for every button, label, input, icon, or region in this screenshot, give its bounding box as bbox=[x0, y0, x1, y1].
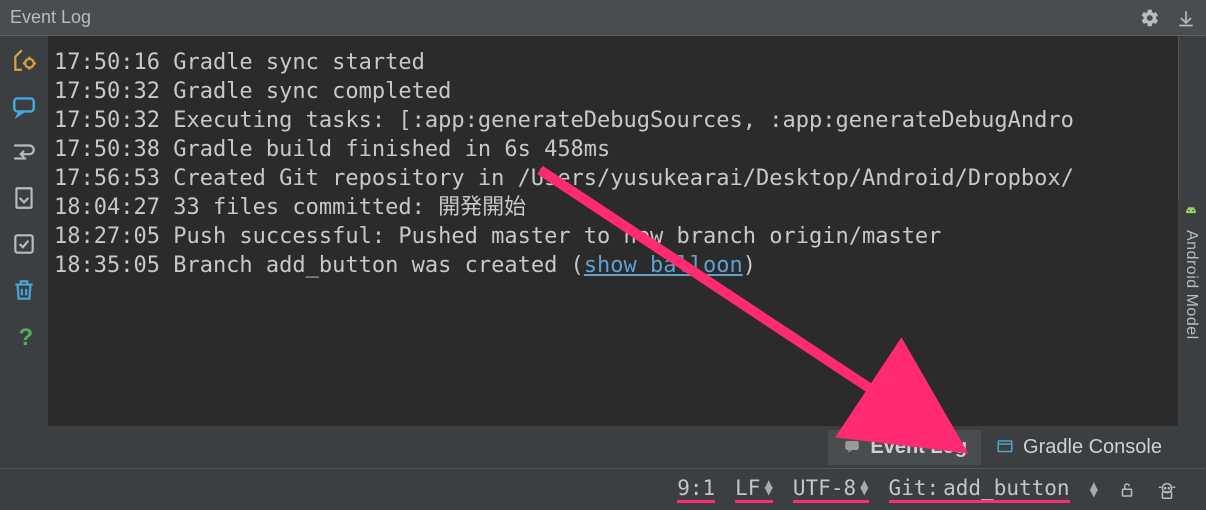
lock-icon[interactable] bbox=[1118, 480, 1136, 500]
line-ending[interactable]: LF ▲▼ bbox=[735, 476, 773, 503]
status-bar: 9:1 LF ▲▼ UTF-8 ▲▼ Git: add_button ▲▼ bbox=[0, 468, 1206, 510]
spinner-icon: ▲▼ bbox=[860, 481, 868, 495]
log-text: ) bbox=[743, 253, 756, 278]
right-sidebar: Android Model bbox=[1178, 200, 1204, 430]
log-toolbar: ? bbox=[0, 36, 48, 426]
trash-icon[interactable] bbox=[8, 274, 40, 306]
panel-body: ? 17:50:16 Gradle sync started 17:50:32 … bbox=[0, 36, 1206, 426]
settings-icon[interactable] bbox=[8, 44, 40, 76]
git-label: Git: bbox=[889, 476, 940, 500]
panel-title: Event Log bbox=[10, 7, 91, 28]
panel-actions bbox=[1140, 8, 1196, 28]
log-line: 18:04:27 33 files committed: 開発開始 bbox=[54, 193, 1172, 222]
soft-wrap-icon[interactable] bbox=[8, 136, 40, 168]
scroll-end-icon[interactable] bbox=[8, 182, 40, 214]
svg-text:?: ? bbox=[19, 324, 34, 349]
chat-icon bbox=[842, 438, 862, 456]
tab-gradle-console[interactable]: Gradle Console bbox=[981, 430, 1176, 465]
git-branch-name: add_button bbox=[943, 476, 1069, 500]
tab-event-log[interactable]: Event Log bbox=[828, 430, 981, 465]
line-ending-value: LF bbox=[735, 476, 760, 500]
log-text: 18:35:05 Branch add_button was created ( bbox=[54, 253, 584, 278]
gear-icon[interactable] bbox=[1140, 8, 1160, 28]
show-balloon-link[interactable]: show balloon bbox=[584, 253, 743, 278]
android-icon bbox=[1182, 206, 1200, 224]
spinner-icon: ▲▼ bbox=[1090, 483, 1098, 497]
help-icon[interactable]: ? bbox=[8, 320, 40, 352]
bottom-tabs: Event Log Gradle Console bbox=[0, 426, 1206, 468]
spinner-icon: ▲▼ bbox=[764, 481, 772, 495]
select-all-icon[interactable] bbox=[8, 228, 40, 260]
balloon-icon[interactable] bbox=[8, 90, 40, 122]
log-line: 17:50:16 Gradle sync started bbox=[54, 48, 1172, 77]
tab-label: Gradle Console bbox=[1023, 436, 1162, 459]
log-line: 17:56:53 Created Git repository in /User… bbox=[54, 164, 1172, 193]
log-line: 18:27:05 Push successful: Pushed master … bbox=[54, 222, 1172, 251]
log-line: 18:35:05 Branch add_button was created (… bbox=[54, 251, 1172, 280]
git-branch-widget[interactable]: Git: add_button bbox=[889, 476, 1070, 503]
android-model-tab[interactable]: Android Model bbox=[1182, 230, 1200, 340]
encoding[interactable]: UTF-8 ▲▼ bbox=[793, 476, 869, 503]
log-line: 17:50:32 Gradle sync completed bbox=[54, 77, 1172, 106]
console-icon bbox=[995, 438, 1015, 456]
cursor-position[interactable]: 9:1 bbox=[677, 476, 715, 503]
git-spinner[interactable]: ▲▼ bbox=[1090, 483, 1098, 497]
cursor-pos-value: 9:1 bbox=[677, 476, 715, 500]
encoding-value: UTF-8 bbox=[793, 476, 856, 500]
log-line: 17:50:32 Executing tasks: [:app:generate… bbox=[54, 106, 1172, 135]
tab-label: Event Log bbox=[870, 436, 967, 459]
log-line: 17:50:38 Gradle build finished in 6s 458… bbox=[54, 135, 1172, 164]
log-area[interactable]: 17:50:16 Gradle sync started 17:50:32 Gr… bbox=[48, 36, 1178, 426]
hide-icon[interactable] bbox=[1176, 8, 1196, 28]
inspector-icon[interactable] bbox=[1156, 479, 1178, 501]
event-log-header: Event Log bbox=[0, 0, 1206, 36]
